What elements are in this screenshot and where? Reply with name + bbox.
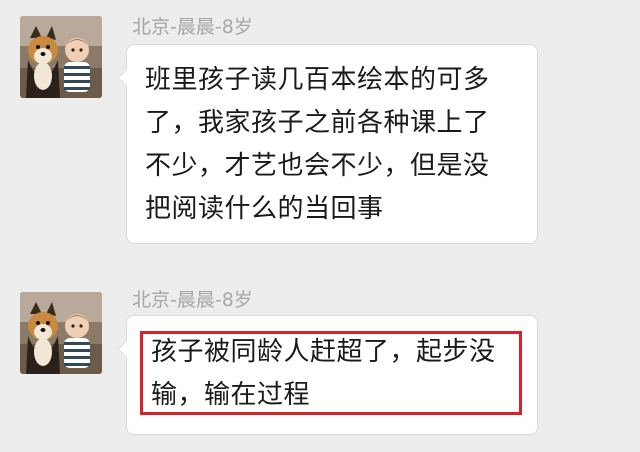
- avatar-kid-with-dog-icon[interactable]: [20, 16, 102, 98]
- message-line: 孩子被同龄人赶超了，起步没: [151, 337, 496, 367]
- chat-view: 北京-晨晨-8岁 班里孩子读几百本绘本的可多 了，我家孩子之前各种课上了 不少，…: [0, 0, 640, 452]
- highlight-box: 孩子被同龄人赶超了，起步没 输，输在过程: [140, 331, 522, 415]
- message-bubble[interactable]: 班里孩子读几百本绘本的可多 了，我家孩子之前各种课上了 不少，才艺也会不少，但是…: [118, 44, 538, 244]
- avatar-image: [20, 16, 102, 98]
- message-line: 了，我家孩子之前各种课上了: [145, 108, 490, 138]
- sender-name: 北京-晨晨-8岁: [132, 289, 253, 311]
- avatar-kid-with-dog-icon[interactable]: [20, 292, 102, 374]
- message-line: 不少，才艺也会不少，但是没: [145, 151, 490, 181]
- message-line: 班里孩子读几百本绘本的可多: [145, 65, 490, 95]
- message-line: 把阅读什么的当回事: [145, 194, 384, 224]
- message-text: 班里孩子读几百本绘本的可多 了，我家孩子之前各种课上了 不少，才艺也会不少，但是…: [145, 59, 525, 231]
- avatar-image: [20, 292, 102, 374]
- message-text: 孩子被同龄人赶超了，起步没 输，输在过程: [151, 331, 517, 417]
- message-line: 输，输在过程: [151, 380, 311, 410]
- sender-name: 北京-晨晨-8岁: [132, 16, 253, 38]
- message-bubble[interactable]: 孩子被同龄人赶超了，起步没 输，输在过程: [118, 315, 538, 435]
